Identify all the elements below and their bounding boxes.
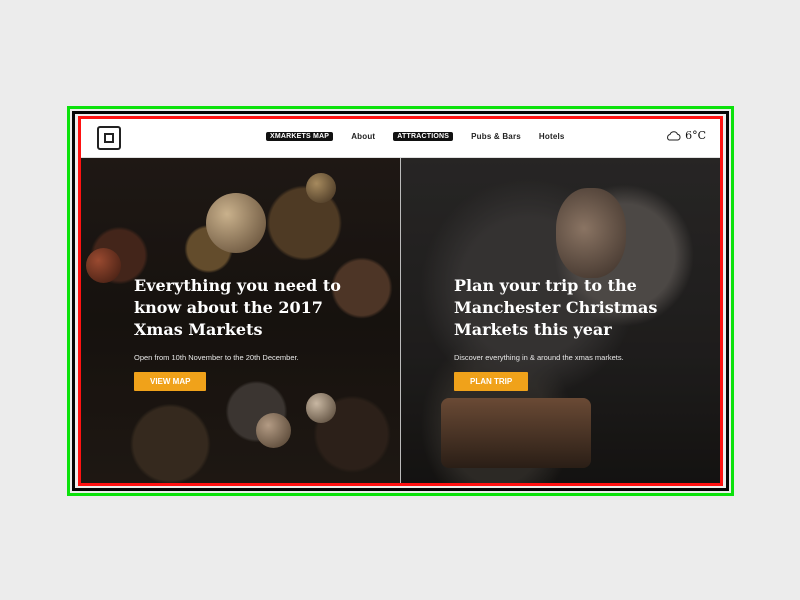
main-nav: ХМАRKETS MAP About ATTRACTIONS Pubs & Ba… bbox=[266, 132, 565, 141]
vendor-photo bbox=[556, 188, 626, 278]
hero-subtitle: Open from 10th November to the 20th Dece… bbox=[134, 353, 299, 362]
grill-photo bbox=[441, 398, 591, 468]
nav-markets-map[interactable]: ХМАRKETS MAP bbox=[266, 132, 334, 141]
nav-attractions[interactable]: ATTRACTIONS bbox=[393, 132, 454, 141]
nav-about[interactable]: About bbox=[351, 132, 375, 141]
view-map-button[interactable]: VIEW MAP bbox=[134, 372, 207, 391]
website-viewport: ХМАRKETS MAP About ATTRACTIONS Pubs & Ba… bbox=[81, 119, 720, 483]
ornament-image bbox=[306, 393, 336, 423]
site-header: ХМАRKETS MAP About ATTRACTIONS Pubs & Ba… bbox=[81, 119, 720, 158]
logo-icon[interactable] bbox=[97, 126, 121, 150]
hero-content-right: Plan your trip to the Manchester Christm… bbox=[454, 275, 684, 391]
hero-subtitle: Discover everything in & around the xmas… bbox=[454, 353, 624, 362]
ornament-image bbox=[256, 413, 291, 448]
plan-trip-button[interactable]: PLAN TRIP bbox=[454, 372, 529, 391]
temperature-value: 6°C bbox=[685, 129, 706, 142]
hero-headline: Everything you need to know about the 20… bbox=[134, 276, 341, 339]
hero-panel-plan-trip: Plan your trip to the Manchester Christm… bbox=[401, 158, 720, 483]
ornament-image bbox=[306, 173, 336, 203]
hero-headline: Plan your trip to the Manchester Christm… bbox=[454, 276, 658, 339]
ornament-image bbox=[206, 193, 266, 253]
cloud-icon bbox=[665, 130, 681, 141]
ornament-image bbox=[86, 248, 121, 283]
hero-panel-markets: Everything you need to know about the 20… bbox=[81, 158, 400, 483]
weather-widget: 6°C bbox=[665, 129, 706, 142]
nav-pubs-bars[interactable]: Pubs & Bars bbox=[471, 132, 521, 141]
nav-hotels[interactable]: Hotels bbox=[539, 132, 565, 141]
hero-content-left: Everything you need to know about the 20… bbox=[134, 275, 364, 391]
